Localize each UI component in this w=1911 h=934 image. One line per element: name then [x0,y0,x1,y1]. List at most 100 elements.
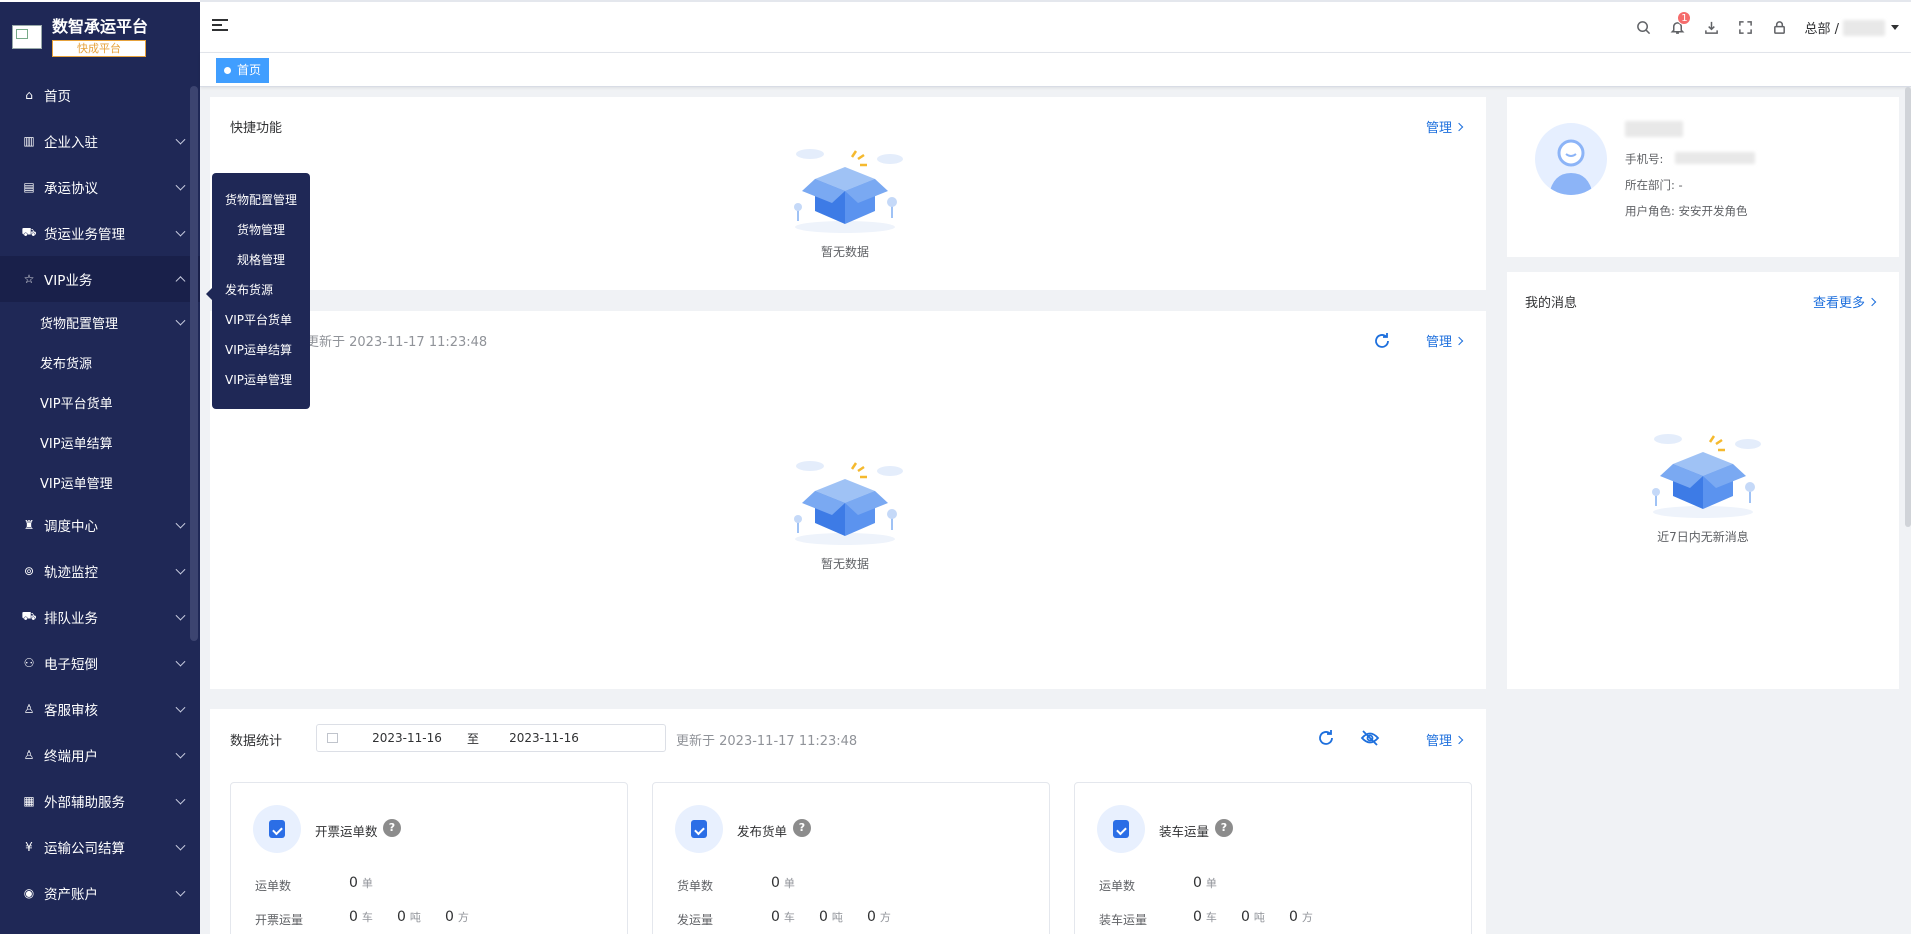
sidebar-item-label: VIP业务 [44,273,93,289]
sidebar-item-track[interactable]: ⊚ 轨迹监控 [0,548,200,594]
flyout-item-vip-orders[interactable]: VIP平台货单 [212,305,310,335]
chevron-down-icon [175,226,186,237]
service-icon: ♙ [23,702,35,716]
page-scrollbar[interactable] [1905,87,1911,527]
sidebar-item-enterprise[interactable]: ▥ 企业入驻 [0,118,200,164]
sidebar-item-settlement[interactable]: ¥ 运输公司结算 [0,824,200,870]
manage-link[interactable]: 管理 [1426,331,1464,350]
chevron-down-icon [175,840,186,851]
search-icon [1637,21,1651,35]
sidebar-item-label: 轨迹监控 [44,565,98,581]
user-name-redacted [1843,19,1885,36]
yen-icon: ¥ [25,840,33,854]
refresh-button[interactable] [1316,728,1336,748]
sidebar-item-label: 调度中心 [44,519,98,535]
chevron-down-icon [175,702,186,713]
user-org: 总部 / [1804,22,1839,37]
phone-label: 手机号: [1625,152,1664,166]
flyout-item-publish[interactable]: 发布货源 [212,275,310,305]
sidebar-subitem-goods-config[interactable]: 货物配置管理 [0,302,200,342]
hide-data-button[interactable] [1360,728,1380,748]
sidebar-item-dispatch[interactable]: ♜ 调度中心 [0,502,200,548]
sidebar-item-external[interactable]: ▦ 外部辅助服务 [0,778,200,824]
empty-box-icon [794,461,903,545]
sidebar-subitem-vip-settle[interactable]: VIP运单结算 [0,422,200,462]
sidebar-item-label: 企业入驻 [44,135,98,151]
stat-value: 0吨 [819,909,843,925]
tab-label: 首页 [237,63,262,77]
refresh-button[interactable] [1372,331,1392,351]
sidebar-subitem-publish[interactable]: 发布货源 [0,342,200,382]
topbar-actions: 1 总部 / [1626,2,1899,53]
logo-image [12,25,42,49]
chevron-right-icon [1454,122,1464,131]
chevron-down-icon [175,315,186,326]
user-role: 用户角色: 安安开发角色 [1625,204,1748,218]
sidebar-subitem-vip-orders[interactable]: VIP平台货单 [0,382,200,422]
stat-value: 0车 [771,909,795,925]
sidebar-item-assets[interactable]: ◉ 资产账户 [0,870,200,916]
sidebar-item-label: 首页 [44,89,71,105]
empty-state: 近7日内无新消息 [1638,424,1768,545]
flyout-item-goods[interactable]: 货物管理 [212,215,310,245]
refresh-icon [1319,730,1333,745]
flyout-item-spec[interactable]: 规格管理 [212,245,310,275]
sidebar-item-transfer[interactable]: ⚇ 电子短倒 [0,640,200,686]
sidebar-item-users[interactable]: ♙ 终端用户 [0,732,200,778]
empty-state: 暂无数据 [780,451,910,572]
sidebar-item-freight[interactable]: ⛟ 货运业务管理 [0,210,200,256]
transfer-icon: ⚇ [23,656,35,670]
manage-link[interactable]: 管理 [1426,730,1464,749]
flyout-item-vip-manage[interactable]: VIP运单管理 [212,365,310,395]
user-dropdown[interactable]: 总部 / [1804,18,1899,37]
card-title: 快捷功能 [230,121,283,136]
chevron-down-icon [175,180,186,191]
sidebar-item-queue[interactable]: ⛟ 排队业务 [0,594,200,640]
notification-button[interactable]: 1 [1660,2,1694,53]
sidebar-item-home[interactable]: ⌂ 首页 [0,72,200,118]
sidebar-subitem-label: VIP运单管理 [40,476,113,492]
empty-state: 暂无数据 [780,139,910,260]
updated-time: 更新于 2023-11-17 11:23:48 [306,335,488,350]
fullscreen-button[interactable] [1728,2,1762,53]
date-to: 2023-11-16 [509,731,579,745]
updated-time: 更新于 2023-11-17 11:23:48 [676,734,858,749]
chevron-down-icon [175,748,186,759]
sidebar-subitem-vip-manage[interactable]: VIP运单管理 [0,462,200,502]
dispatch-icon: ♜ [23,518,35,532]
sidebar-item-service[interactable]: ♙ 客服审核 [0,686,200,732]
view-more-link[interactable]: 查看更多 [1812,292,1877,311]
lock-button[interactable] [1762,2,1796,53]
download-button[interactable] [1694,2,1728,53]
chevron-down-icon [175,656,186,667]
search-button[interactable] [1626,2,1660,53]
help-icon[interactable]: ? [1215,819,1233,837]
sidebar-item-label: 客服审核 [44,703,98,719]
caret-down-icon [1891,25,1899,30]
help-icon[interactable]: ? [383,819,401,837]
date-range-picker[interactable]: 2023-11-16 至 2023-11-16 [316,724,666,752]
building-icon: ▥ [23,134,35,148]
view-more-label: 查看更多 [1812,296,1865,311]
sidebar-scrollbar[interactable] [190,86,198,641]
sidebar-item-agreement[interactable]: ▤ 承运协议 [0,164,200,210]
tab-home[interactable]: 首页 [216,58,270,83]
date-separator: 至 [466,731,479,746]
flyout-item-vip-settle[interactable]: VIP运单结算 [212,335,310,365]
sidebar-subitem-label: 货物配置管理 [40,316,119,332]
manage-link[interactable]: 管理 [1426,117,1464,136]
stats-card: 数据统计 2023-11-16 至 2023-11-16 更新于 2023-11… [210,709,1486,934]
stat-value: 0单 [1193,875,1217,891]
menu-toggle-icon[interactable] [212,19,228,33]
department: 所在部门: - [1625,178,1683,192]
lock-icon [1774,21,1785,34]
stat-title: 装车运量 [1159,824,1210,839]
grid-icon: ▦ [23,794,35,808]
help-icon[interactable]: ? [793,819,811,837]
sidebar-item-vip[interactable]: ☆ VIP业务 [0,256,200,302]
stat-value: 0吨 [1241,909,1265,925]
calendar-icon [327,733,338,743]
active-dot-icon [224,67,231,74]
empty-text: 近7日内无新消息 [1657,530,1749,544]
flyout-item-goods-config[interactable]: 货物配置管理 [212,185,310,215]
